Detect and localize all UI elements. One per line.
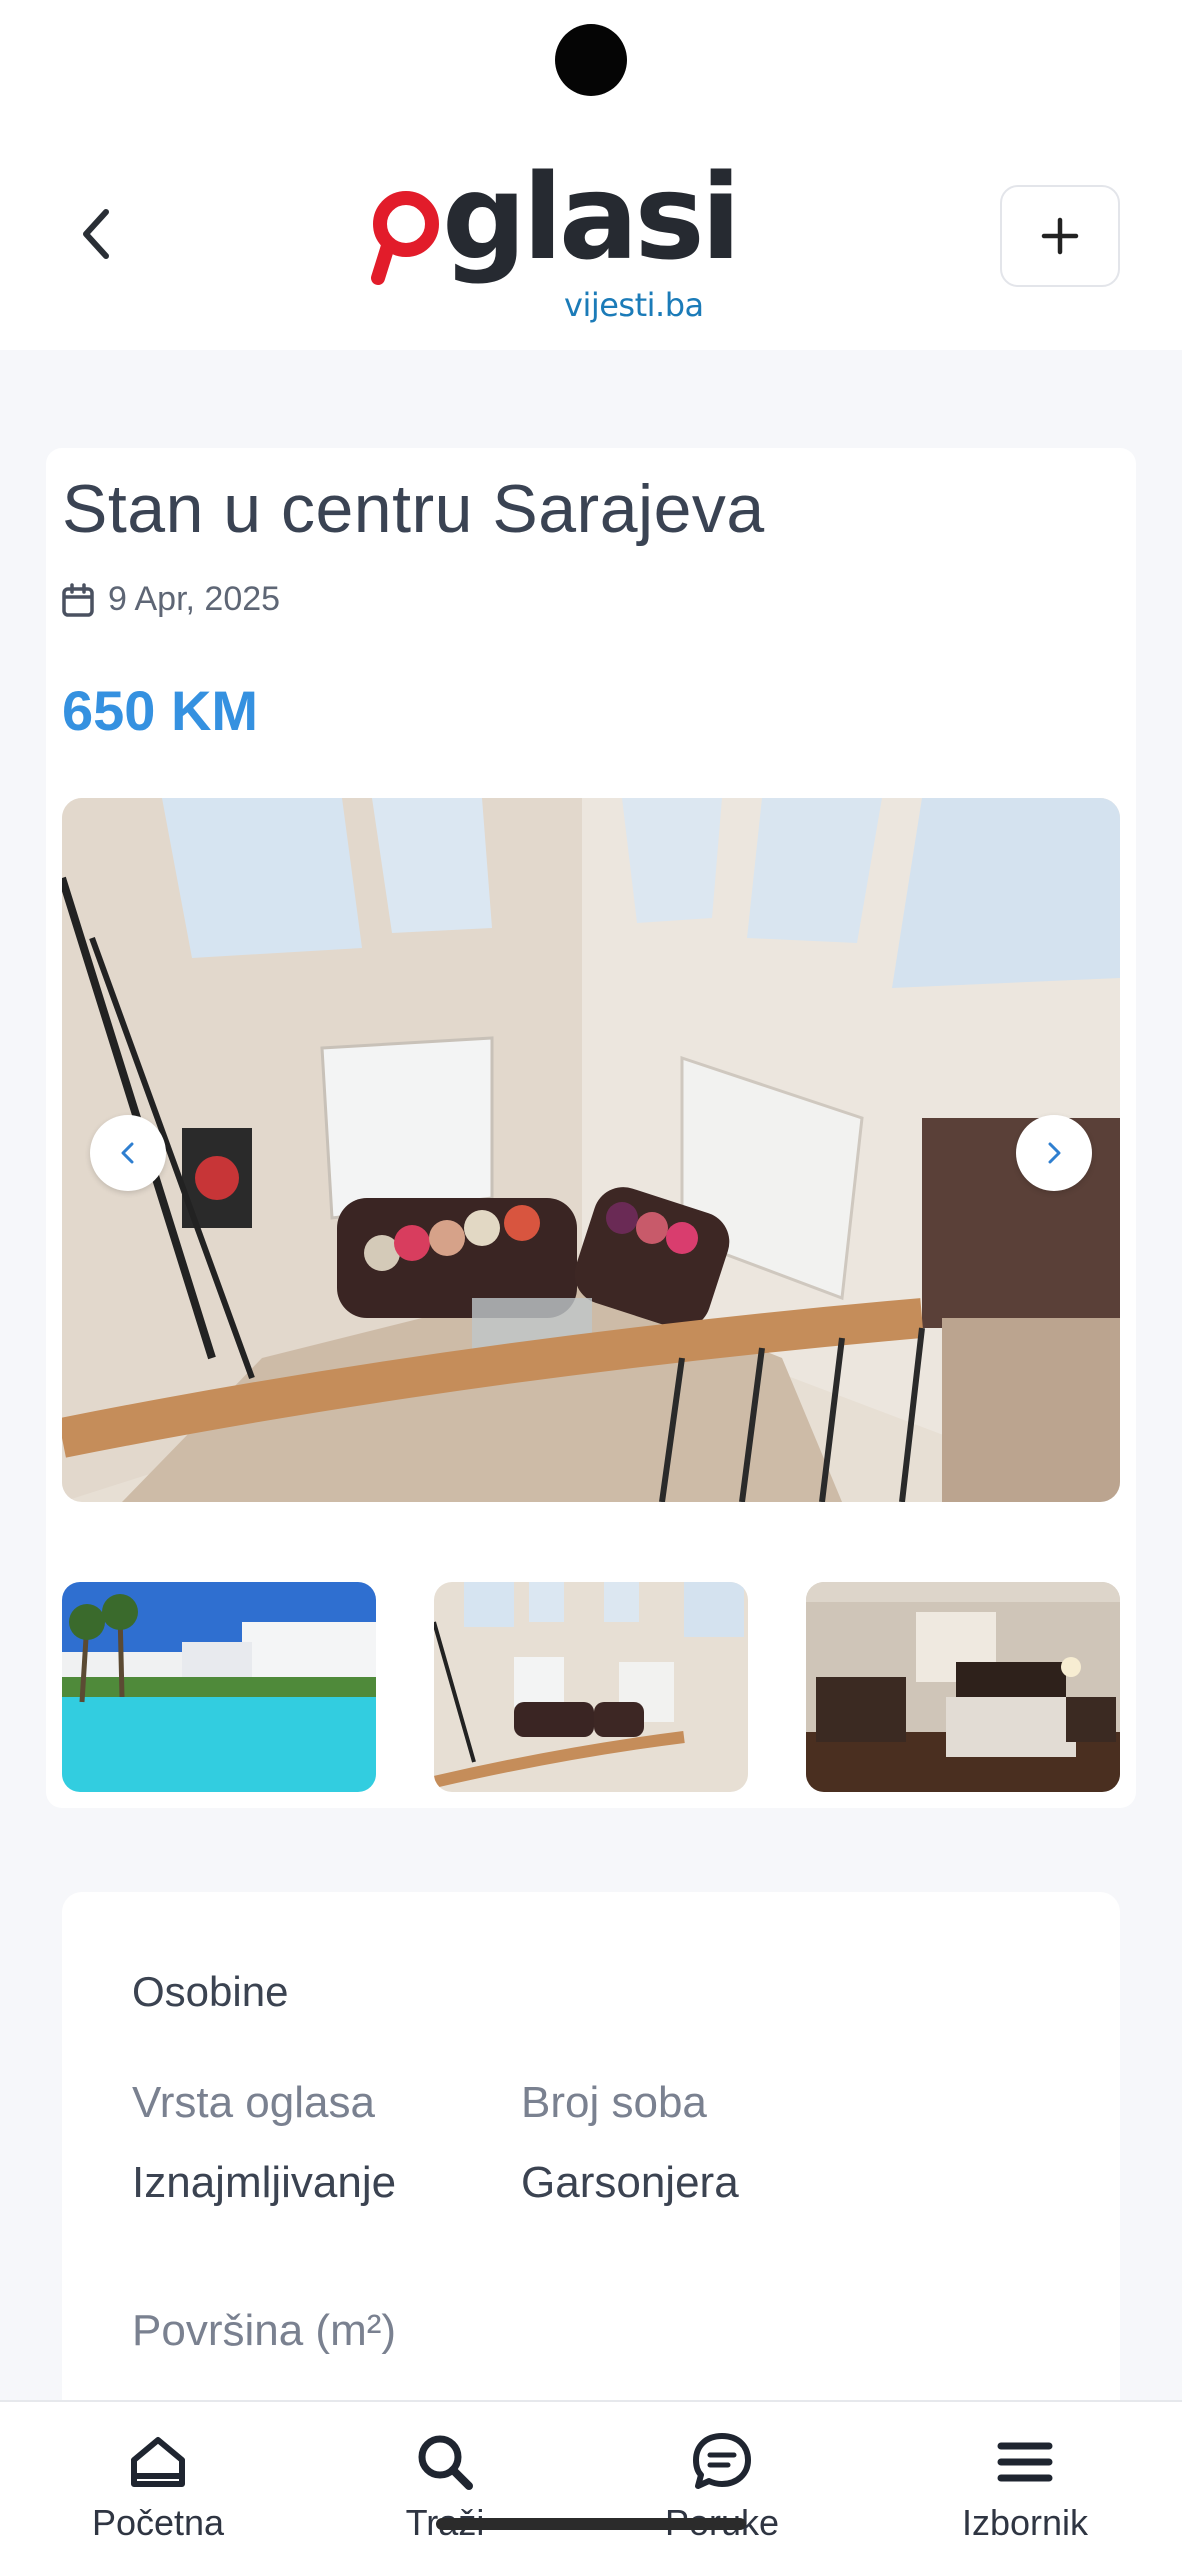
logo-wordmark: glasi [442,148,741,286]
home-indicator[interactable] [436,2518,746,2530]
listing-date-text: 9 Apr, 2025 [108,580,281,618]
nav-label-menu: Izbornik [961,2502,1089,2543]
gallery-thumbnail[interactable] [434,1582,748,1792]
gallery-next-button[interactable] [1016,1115,1092,1191]
back-button[interactable] [62,200,130,268]
chevron-right-icon [1048,1142,1061,1164]
gallery-thumbnails [62,1582,1120,1792]
bottom-navigation: Početna Traži Poruke Izbornik [0,2400,1182,2560]
feature-label: Površina (m²) [132,2306,397,2355]
status-bar [0,0,1182,130]
home-icon [131,2437,185,2487]
calendar-icon [62,582,94,617]
chevron-left-icon [121,1142,134,1164]
gallery-prev-button[interactable] [90,1115,166,1191]
listing-title: Stan u centru Sarajeva [62,471,765,547]
feature-label: Broj soba [521,2078,707,2127]
living-room-photo [62,798,1120,1502]
feature-value: Iznajmljivanje [132,2158,397,2207]
features-card: Osobine Vrsta oglasa Iznajmljivanje Broj… [62,1892,1120,2452]
oglasi-logo[interactable]: glasi vijesti.ba [368,148,748,324]
bedroom-photo [806,1582,1120,1792]
living-room-photo [434,1582,748,1792]
pool-resort-photo [62,1582,376,1792]
chat-icon [693,2433,751,2489]
nav-item-menu[interactable]: Izbornik [940,2402,1110,2552]
chevron-left-icon [83,209,109,259]
listing-date: 9 Apr, 2025 [62,580,280,619]
gallery-thumbnail[interactable] [62,1582,376,1792]
logo-pin-icon [371,191,439,285]
feature-label: Vrsta oglasa [132,2078,375,2127]
add-listing-button[interactable] [1000,185,1120,287]
features-title: Osobine [132,1968,289,2015]
front-camera [555,24,627,96]
listing-price: 650 KM [62,679,259,742]
plus-icon [1041,217,1079,255]
gallery-main-image[interactable] [62,798,1120,1502]
search-icon [418,2435,473,2490]
feature-value: Garsonjera [521,2158,739,2207]
nav-item-home[interactable]: Početna [70,2402,246,2552]
gallery-thumbnail[interactable] [806,1582,1120,1792]
nav-label-home: Početna [91,2502,225,2543]
app-header: glasi vijesti.ba [0,130,1182,350]
logo-subtitle: vijesti.ba [564,286,704,324]
listing-card: Stan u centru Sarajeva 9 Apr, 2025 650 K… [46,448,1136,1808]
menu-icon [997,2442,1053,2482]
